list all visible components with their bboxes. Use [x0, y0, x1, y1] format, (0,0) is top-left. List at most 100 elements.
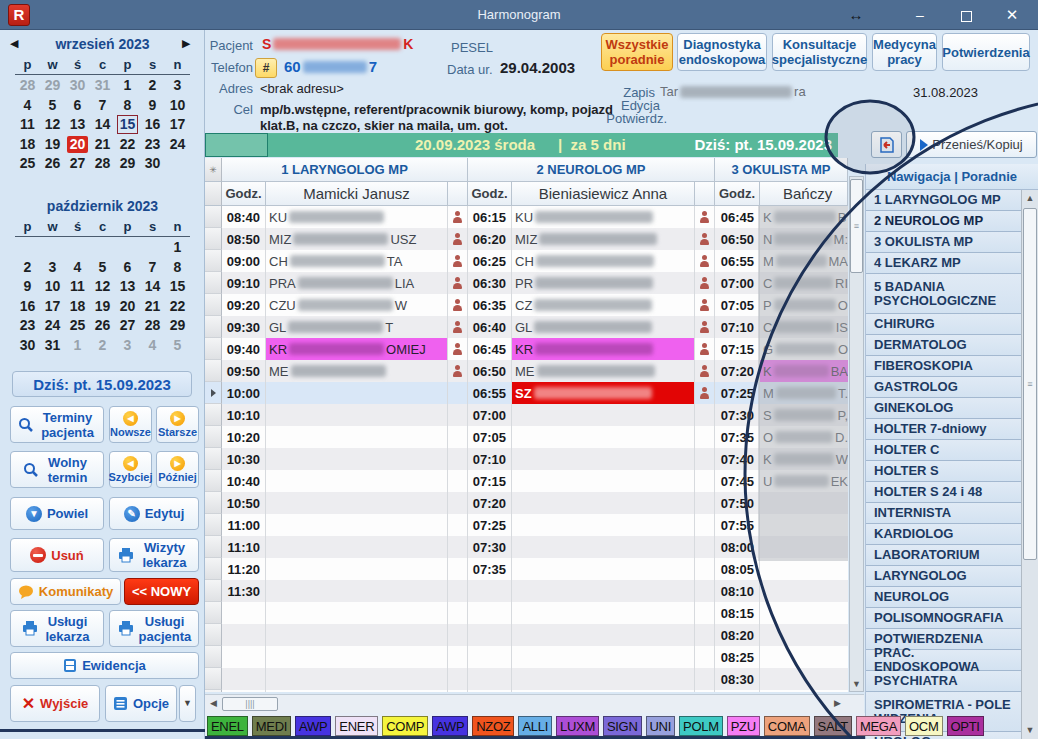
maximize-button[interactable] [956, 0, 976, 30]
tab-medycyna-pracy[interactable]: Medycyna pracy [872, 33, 937, 71]
slot-time[interactable]: 11:30 [222, 580, 266, 602]
slot-time[interactable]: 07:00 [715, 272, 760, 294]
slot-patient[interactable] [512, 580, 695, 602]
calendar-day[interactable]: 8 [124, 97, 132, 114]
doctor-name[interactable]: Bańczy [760, 182, 848, 206]
slot-time[interactable]: 10:10 [222, 404, 266, 426]
slot-patient[interactable] [760, 580, 848, 602]
payer-tag[interactable]: LUXM [556, 716, 599, 736]
nav-item[interactable]: DERMATOLOG [866, 335, 1021, 356]
calendar-day[interactable]: 5 [49, 97, 57, 114]
scrollbar-thumb[interactable]: ≡ [850, 179, 863, 273]
slot-patient[interactable]: SZ [512, 382, 695, 404]
slot-patient[interactable]: KU [512, 206, 695, 228]
slot-patient[interactable] [512, 624, 695, 646]
nav-item[interactable]: CHIRURG [866, 314, 1021, 335]
calendar-day[interactable]: 13 [120, 278, 136, 295]
calendar-day[interactable]: 6 [124, 259, 132, 276]
slot-patient[interactable] [266, 668, 448, 690]
calendar-day[interactable]: 24 [170, 136, 186, 153]
slot-patient[interactable] [760, 558, 848, 580]
calendar-day[interactable]: 2 [24, 259, 32, 276]
slot-patient[interactable] [512, 448, 695, 470]
nav-item[interactable]: PRAC. ENDOSKOPOWA [866, 650, 1021, 671]
row-marker[interactable] [205, 580, 222, 602]
wyjscie-button[interactable]: ✕Wyjście [10, 685, 100, 722]
row-marker[interactable] [205, 624, 222, 646]
nav-item[interactable]: 1 LARYNGOLOG MP [866, 190, 1021, 211]
schedule-row[interactable]: 11:0007:2507:55 [205, 514, 848, 536]
slot-patient[interactable] [266, 492, 448, 514]
slot-time[interactable]: 08:40 [222, 206, 266, 228]
schedule-row[interactable]: 10:0006:55SZ07:25MT. [205, 382, 848, 404]
payer-tag[interactable]: ENEL [207, 716, 248, 736]
slot-patient[interactable] [266, 448, 448, 470]
row-marker[interactable] [205, 536, 222, 558]
row-marker[interactable] [205, 228, 222, 250]
column-group-laryngolog[interactable]: 1 LARYNGOLOG MP [222, 158, 468, 182]
schedule-row[interactable]: 09:40KROMIEJ06:45KR07:15GO [205, 338, 848, 360]
slot-time[interactable]: 10:40 [222, 470, 266, 492]
slot-time[interactable]: 07:35 [715, 426, 760, 448]
szybciej-button[interactable]: ◀Szybciej [109, 451, 152, 488]
tab-konsultacje-specjalistyczne[interactable]: Konsultacje specjalistyczne [772, 33, 867, 71]
slot-time[interactable]: 07:25 [715, 382, 760, 404]
calendar-day[interactable]: 24 [45, 317, 61, 334]
payer-tag[interactable]: SIGN [603, 716, 642, 736]
slot-time[interactable]: 10:00 [222, 382, 266, 404]
payer-tag[interactable]: ALLI [518, 716, 552, 736]
slot-patient[interactable] [512, 492, 695, 514]
slot-time[interactable]: 11:10 [222, 536, 266, 558]
payer-tag[interactable]: OPTI [947, 716, 984, 736]
calendar-day[interactable]: 15 [170, 278, 186, 295]
slot-time[interactable]: 07:30 [715, 404, 760, 426]
slot-time[interactable] [222, 602, 266, 624]
calendar-day[interactable]: 22 [170, 298, 186, 315]
slot-time[interactable]: 06:30 [468, 272, 512, 294]
payer-tag[interactable]: AWP [295, 716, 331, 736]
row-marker[interactable] [205, 558, 222, 580]
calendar-day[interactable]: 9 [24, 278, 32, 295]
doctor-name[interactable]: Mamicki Janusz [266, 182, 448, 206]
row-marker[interactable] [205, 338, 222, 360]
slot-time[interactable]: 08:15 [715, 602, 760, 624]
tab-wszystkie-poradnie[interactable]: Wszystkie poradnie [601, 33, 673, 71]
payer-tag[interactable]: COMA [764, 716, 810, 736]
slot-patient[interactable] [760, 668, 848, 690]
slot-time[interactable] [468, 668, 512, 690]
calendar-day[interactable]: 13 [70, 116, 86, 133]
slot-patient[interactable]: PRALIA [266, 272, 448, 294]
nav-item[interactable]: LABORATORIUM [866, 545, 1021, 566]
slot-patient[interactable] [266, 602, 448, 624]
slot-patient[interactable]: CZUW [266, 294, 448, 316]
slot-time[interactable]: 07:20 [468, 492, 512, 514]
slot-time[interactable]: 09:00 [222, 250, 266, 272]
row-marker[interactable] [205, 272, 222, 294]
calendar-day[interactable]: 3 [174, 77, 182, 94]
przenies-kopiuj-button[interactable]: Przenieś/Kopiuj [906, 131, 1037, 158]
minimize-button[interactable]: – [910, 0, 930, 30]
komunikaty-button[interactable]: Komunikaty [10, 578, 121, 605]
slot-patient[interactable] [512, 426, 695, 448]
nav-item[interactable]: LARYNGOLOG [866, 566, 1021, 587]
slot-time[interactable]: 06:15 [468, 206, 512, 228]
slot-patient[interactable] [266, 404, 448, 426]
slot-patient[interactable] [760, 602, 848, 624]
column-group-neurolog[interactable]: 2 NEUROLOG MP [468, 158, 715, 182]
calendar-day[interactable]: 23 [145, 136, 161, 153]
calendar-day[interactable]: 7 [99, 97, 107, 114]
calendar-day[interactable]: 17 [170, 116, 186, 133]
schedule-row[interactable]: 10:2007:0507:35OD. [205, 426, 848, 448]
calendar-day[interactable]: 23 [20, 317, 36, 334]
slot-time[interactable] [468, 580, 512, 602]
nav-item[interactable]: 3 OKULISTA MP [866, 232, 1021, 253]
slot-patient[interactable] [266, 536, 448, 558]
scroll-left-icon[interactable]: ◀ [210, 698, 217, 708]
slot-time[interactable]: 07:40 [715, 448, 760, 470]
slot-patient[interactable]: GL [512, 316, 695, 338]
schedule-row[interactable]: 09:20CZUW06:35CZ07:05PO [205, 294, 848, 316]
slot-time[interactable]: 06:55 [468, 382, 512, 404]
opcje-dropdown-button[interactable]: ▼ [179, 685, 196, 722]
calendar-day[interactable]: 18 [20, 136, 36, 153]
slot-patient[interactable] [266, 624, 448, 646]
